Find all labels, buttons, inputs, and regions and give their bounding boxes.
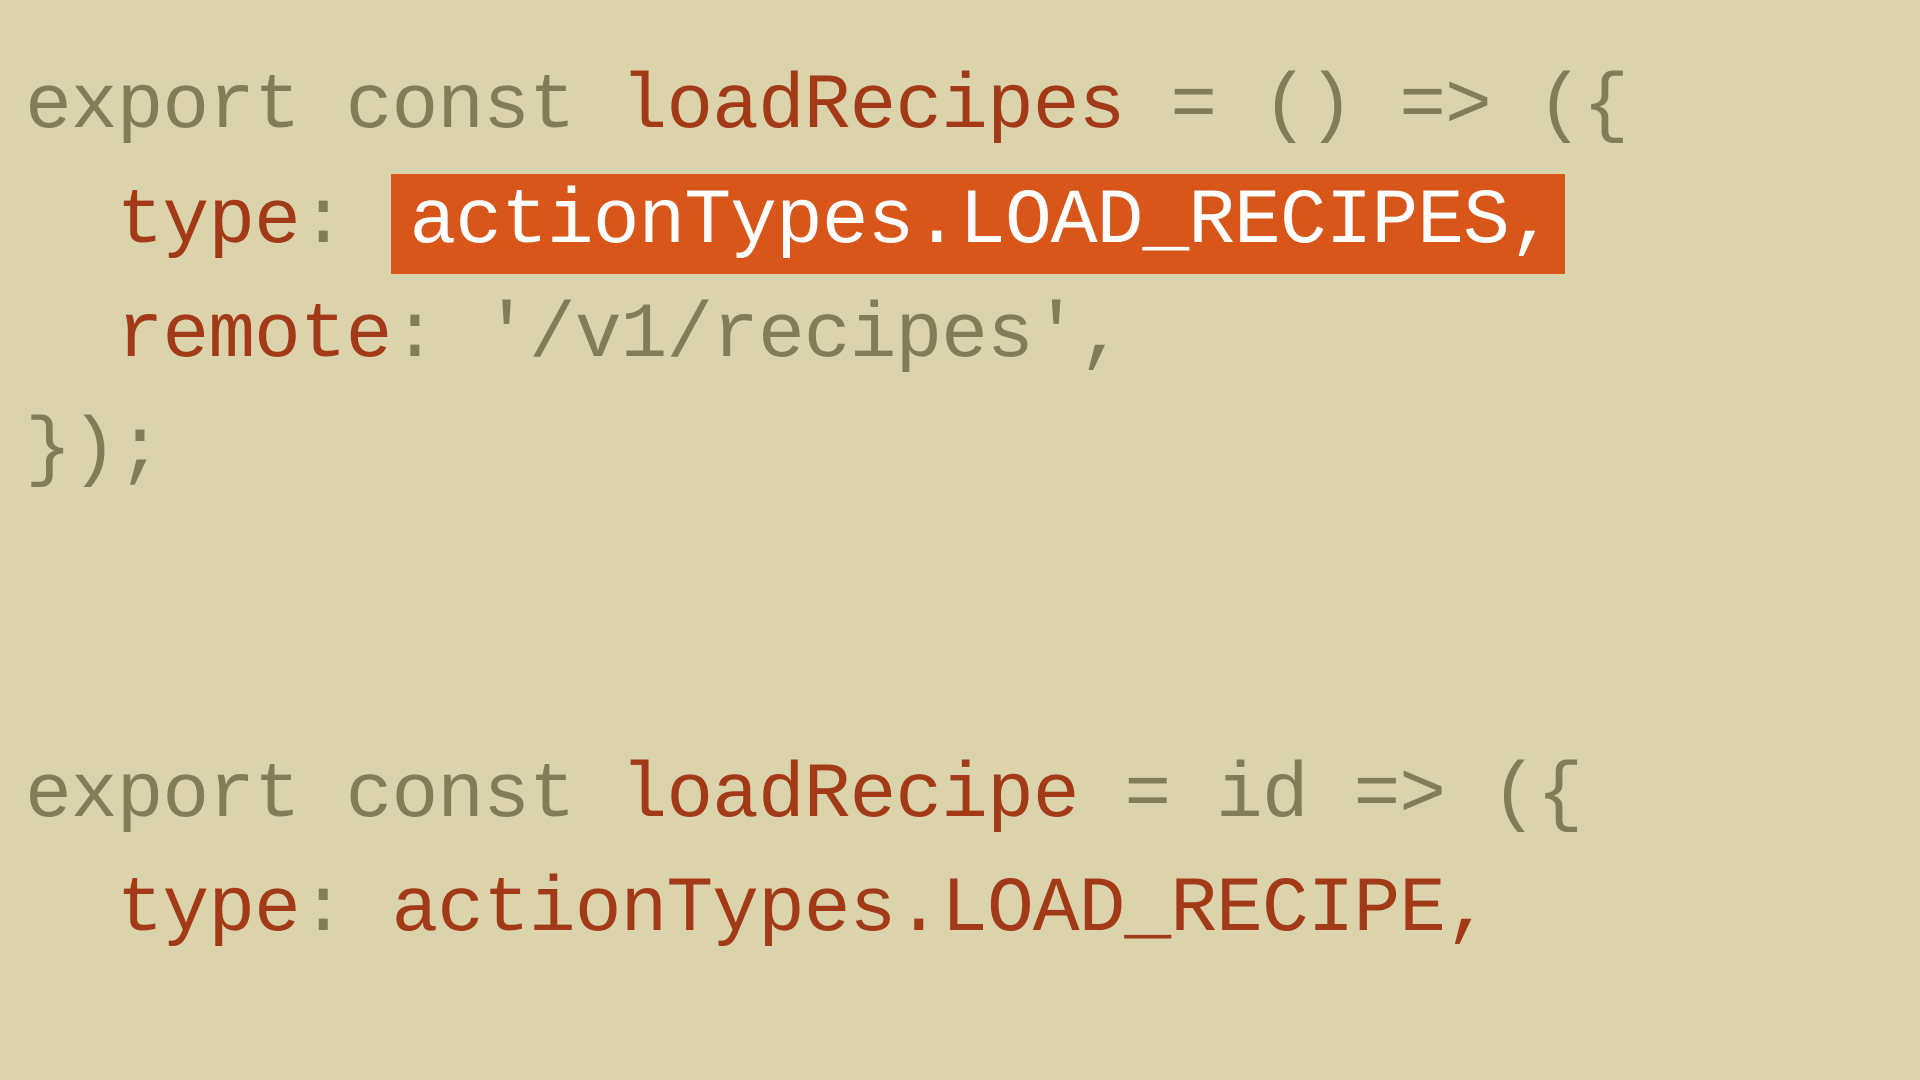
arrow-fn: = () => ({	[1124, 63, 1628, 151]
code-block: export const loadRecipes = () => ({ type…	[25, 50, 1895, 968]
code-line-2: type: actionTypes.LOAD_RECIPES,	[25, 165, 1895, 280]
blank-line	[25, 509, 1895, 739]
function-name: loadRecipe	[621, 752, 1079, 840]
property-type: type	[117, 178, 300, 266]
property-type: type	[117, 866, 300, 954]
code-line-1: export const loadRecipes = () => ({	[25, 50, 1895, 165]
action-type-value: actionTypes.LOAD_RECIPE,	[346, 866, 1491, 954]
code-line-4: });	[25, 394, 1895, 509]
highlighted-action-type: actionTypes.LOAD_RECIPES,	[391, 174, 1564, 274]
function-name: loadRecipes	[621, 63, 1125, 151]
string-path: '/v1/recipes'	[437, 292, 1078, 380]
keyword-export-const: export const	[25, 63, 575, 151]
property-remote: remote	[117, 292, 392, 380]
code-line-7: type: actionTypes.LOAD_RECIPE,	[25, 853, 1895, 968]
code-line-6: export const loadRecipe = id => ({	[25, 739, 1895, 854]
code-line-3: remote: '/v1/recipes',	[25, 279, 1895, 394]
closing-brace: });	[25, 407, 162, 495]
arrow-fn: = id => ({	[1079, 752, 1583, 840]
keyword-export-const: export const	[25, 752, 575, 840]
